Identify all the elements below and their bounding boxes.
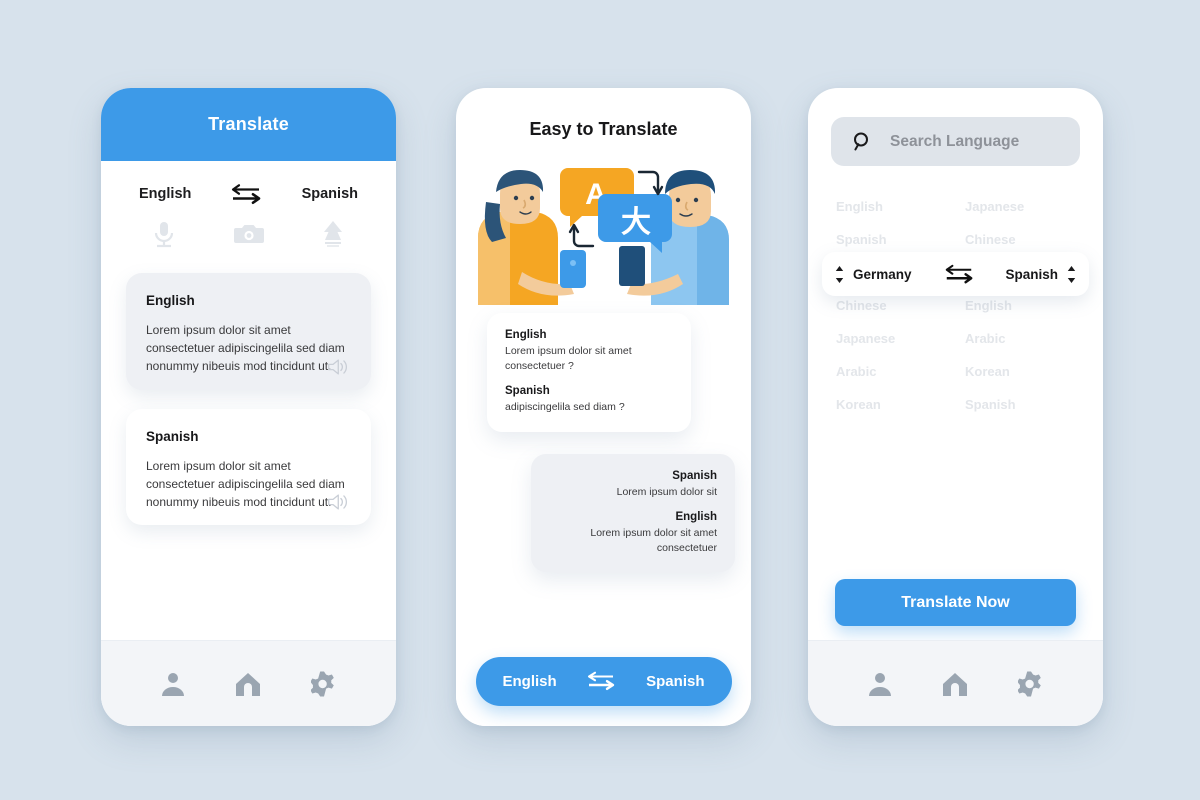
language-option-left[interactable]: Korean: [836, 397, 946, 412]
camera-icon[interactable]: [233, 219, 264, 249]
phone-screen-translate: Translate English Spanish English Lorem …: [101, 88, 396, 726]
up-down-stepper-icon[interactable]: [1067, 265, 1076, 284]
canvas: Translate English Spanish English Lorem …: [0, 0, 1200, 800]
selected-target-language: Spanish: [1005, 266, 1058, 282]
selected-language-pair[interactable]: Germany Spanish: [822, 252, 1089, 296]
search-placeholder: Search Language: [890, 132, 1020, 150]
page-title: Translate: [208, 114, 289, 134]
bottom-navigation: [808, 640, 1103, 726]
list-item[interactable]: English Japanese: [836, 190, 1075, 223]
bottom-navigation: [101, 640, 396, 726]
bubble-language-label: Spanish: [505, 385, 550, 398]
source-language-label[interactable]: English: [139, 186, 191, 202]
translation-card-target[interactable]: Spanish Lorem ipsum dolor sit amet conse…: [126, 408, 371, 526]
list-item[interactable]: Japanese Arabic: [836, 322, 1075, 355]
language-option-right[interactable]: Chinese: [965, 232, 1075, 247]
two-people-translating-illustration: A 大: [478, 168, 729, 305]
svg-text:大: 大: [621, 206, 651, 239]
bubble-language-label: English: [505, 329, 547, 341]
home-icon[interactable]: [942, 671, 968, 697]
phone-screen-onboarding: Easy to Translate A 大 English Lorem ipsu…: [456, 88, 751, 726]
translation-cards: English Lorem ipsum dolor sit amet conse…: [101, 249, 396, 390]
language-option-left[interactable]: Japanese: [836, 331, 946, 346]
search-input[interactable]: Search Language: [831, 117, 1080, 166]
card-text: Lorem ipsum dolor sit amet consectetuer …: [146, 323, 345, 374]
home-icon[interactable]: [235, 671, 261, 697]
language-option-left[interactable]: Spanish: [836, 232, 946, 247]
input-tools-row: [101, 205, 396, 249]
language-option-left[interactable]: Arabic: [836, 364, 946, 379]
card-language-label: Spanish: [146, 428, 199, 444]
speaker-icon[interactable]: [327, 491, 353, 513]
conversation-bubbles: English Lorem ipsum dolor sit amet conse…: [456, 313, 751, 573]
bubble-language-label: English: [675, 510, 717, 523]
translate-now-button[interactable]: Translate Now: [835, 579, 1076, 626]
source-stepper-group[interactable]: Germany: [835, 265, 912, 284]
app-header: Translate: [101, 88, 396, 161]
language-option-right[interactable]: Spanish: [965, 397, 1075, 412]
swap-arrows-icon[interactable]: [943, 264, 975, 284]
conversation-bubble-outgoing[interactable]: Spanish Lorem ipsum dolor sit English Lo…: [531, 453, 735, 573]
language-option-left[interactable]: English: [836, 199, 946, 214]
cta-area: English Spanish: [456, 636, 751, 726]
language-selector-row: English Spanish: [101, 161, 396, 205]
language-option-right[interactable]: Korean: [965, 364, 1075, 379]
swap-arrows-icon[interactable]: [586, 671, 616, 691]
selected-source-language: Germany: [853, 266, 912, 282]
language-option-right[interactable]: Japanese: [965, 199, 1075, 214]
list-item[interactable]: Arabic Korean: [836, 355, 1075, 388]
list-item[interactable]: Korean Spanish: [836, 388, 1075, 421]
target-language-label[interactable]: Spanish: [302, 186, 358, 202]
language-swap-button[interactable]: English Spanish: [475, 656, 732, 706]
language-option-left[interactable]: Chinese: [836, 298, 946, 313]
pen-icon[interactable]: [318, 219, 348, 249]
language-option-right[interactable]: English: [965, 298, 1075, 313]
translation-cards-2: Spanish Lorem ipsum dolor sit amet conse…: [101, 390, 396, 526]
phone-screen-language-picker: Search Language English Japanese Spanish…: [808, 88, 1103, 726]
bubble-text: Lorem ipsum dolor sit: [616, 485, 717, 498]
speaker-icon[interactable]: [327, 356, 353, 378]
gear-icon[interactable]: [1018, 671, 1044, 697]
bubble-text: Lorem ipsum dolor sit amet consectetuer …: [505, 345, 632, 373]
translate-now-label: Translate Now: [901, 593, 1010, 611]
cta-target-language: Spanish: [646, 672, 705, 690]
page-title: Easy to Translate: [529, 119, 678, 139]
gear-icon[interactable]: [311, 671, 337, 697]
target-stepper-group[interactable]: Spanish: [1005, 265, 1076, 284]
search-icon: [854, 132, 868, 151]
conversation-bubble-incoming[interactable]: English Lorem ipsum dolor sit amet conse…: [487, 313, 691, 432]
translation-card-source[interactable]: English Lorem ipsum dolor sit amet conse…: [126, 273, 371, 390]
language-option-right[interactable]: Arabic: [965, 331, 1075, 346]
card-language-label: English: [146, 293, 195, 308]
bubble-text: Lorem ipsum dolor sit amet consectetuer: [590, 526, 717, 555]
profile-icon[interactable]: [867, 671, 893, 697]
bubble-text: adipiscingelila sed diam ?: [505, 401, 625, 414]
swap-arrows-icon[interactable]: [229, 183, 263, 205]
card-text: Lorem ipsum dolor sit amet consectetuer …: [146, 458, 345, 510]
microphone-icon[interactable]: [149, 219, 179, 249]
bubble-language-label: Spanish: [672, 469, 717, 482]
up-down-stepper-icon[interactable]: [835, 265, 844, 284]
cta-source-language: English: [502, 672, 557, 690]
profile-icon[interactable]: [160, 671, 186, 697]
language-list: English Japanese Spanish Chinese x x Chi…: [808, 166, 1103, 421]
